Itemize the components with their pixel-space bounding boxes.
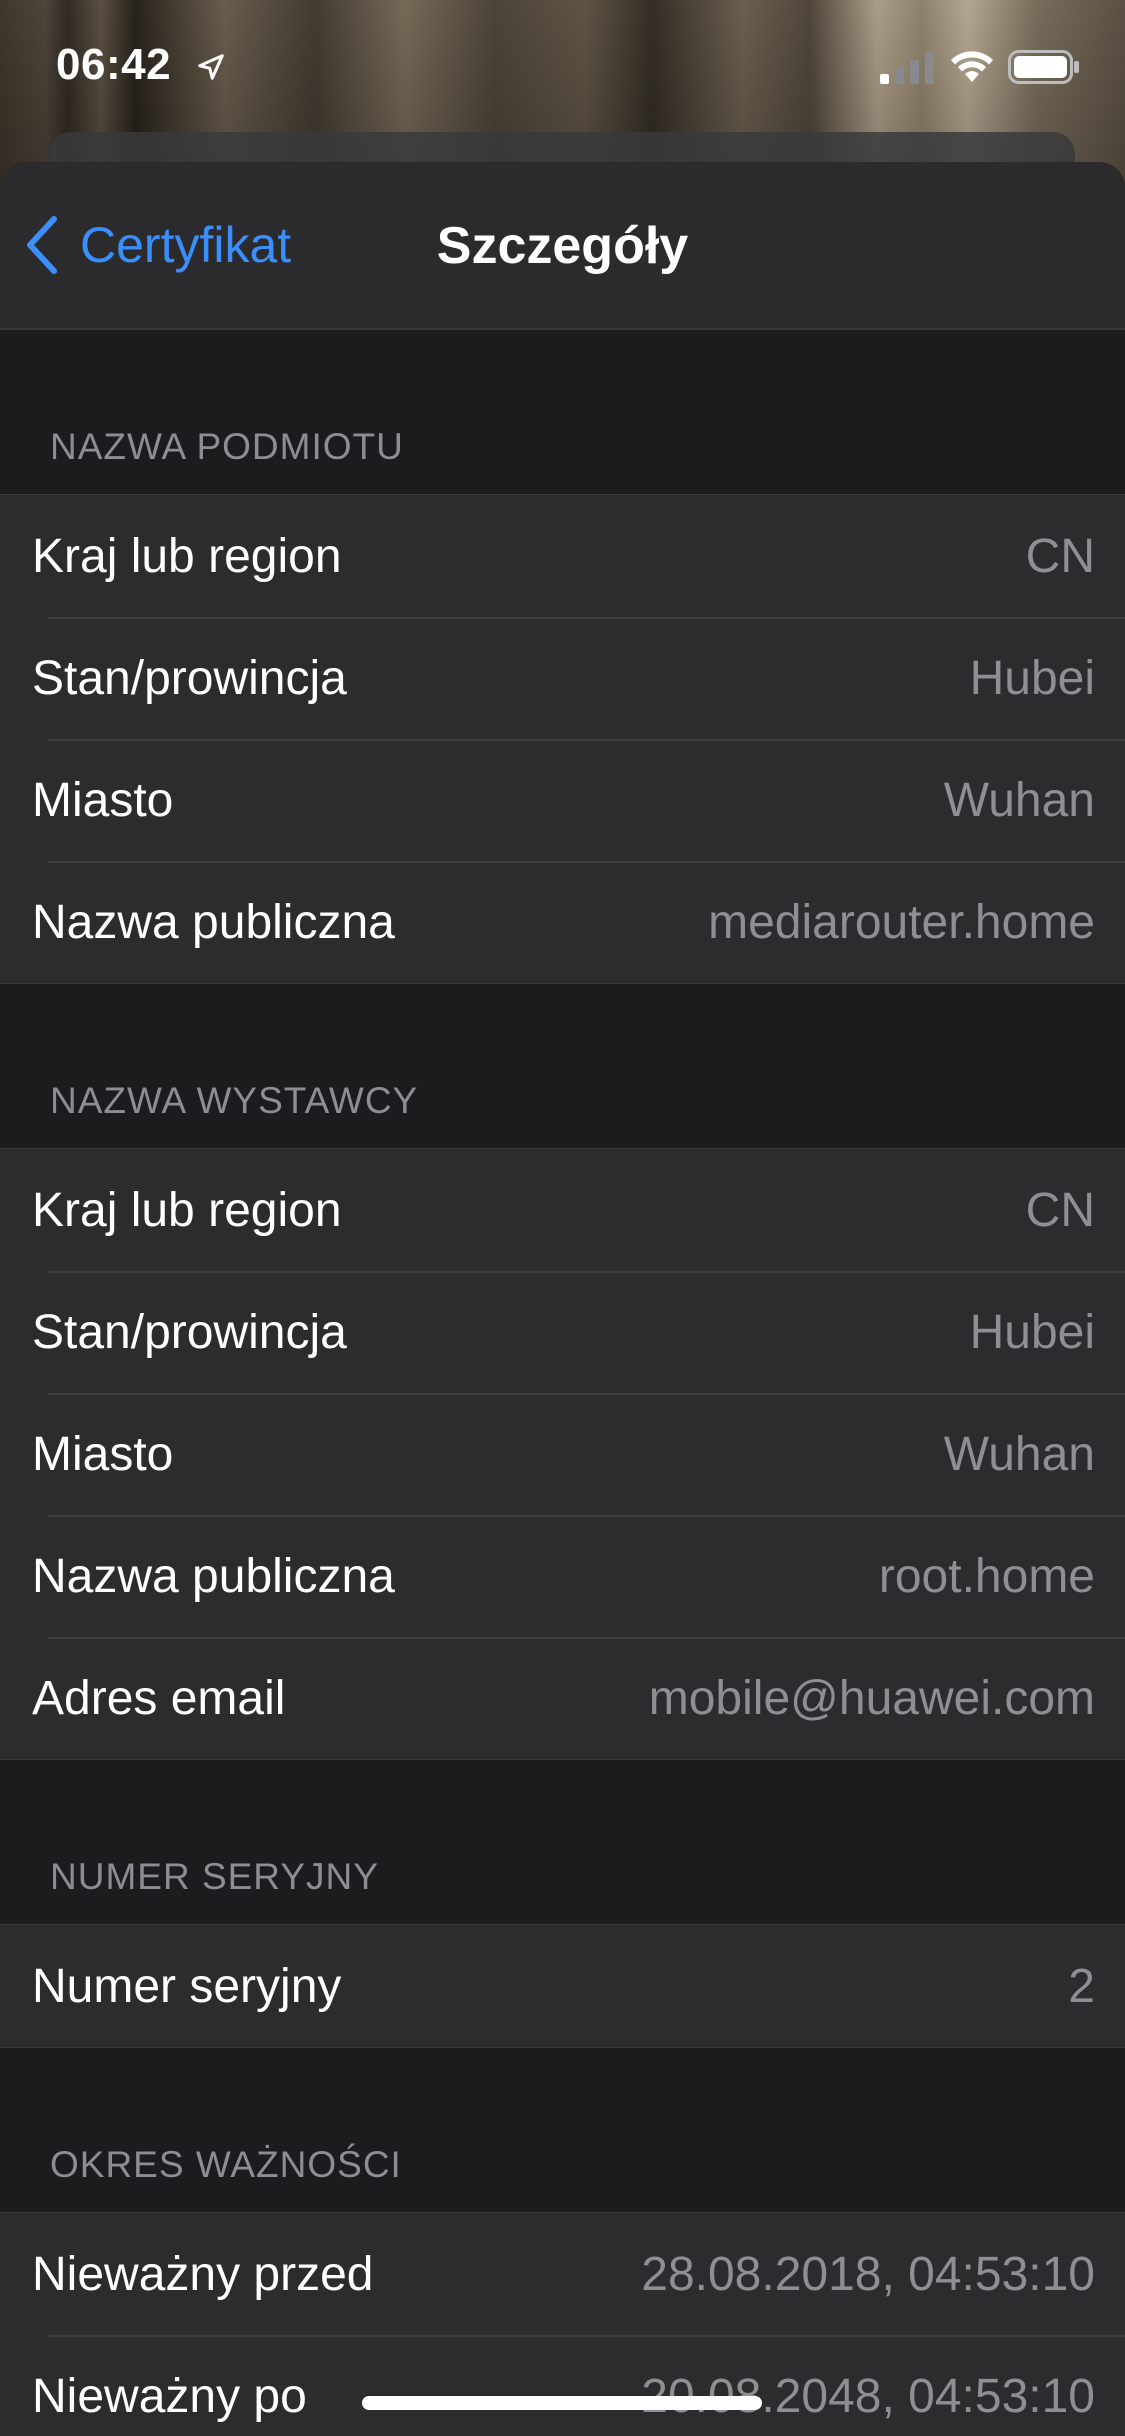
list-item: Nazwa publiczna root.home xyxy=(0,1515,1125,1637)
row-value: Hubei xyxy=(969,651,1095,705)
row-value: mediarouter.home xyxy=(708,895,1095,949)
row-value: mobile@huawei.com xyxy=(648,1671,1095,1725)
list-item: Miasto Wuhan xyxy=(0,739,1125,861)
list-item: Nazwa publiczna mediarouter.home xyxy=(0,861,1125,983)
status-time: 06:42 xyxy=(56,40,172,89)
section-group-subject: Kraj lub region CN Stan/prowincja Hubei … xyxy=(0,494,1125,984)
home-indicator[interactable] xyxy=(362,2396,762,2410)
row-value: root.home xyxy=(878,1549,1095,1603)
details-sheet: Certyfikat Szczegóły NAZWA PODMIOTU Kraj… xyxy=(0,162,1125,2436)
list-item: Numer seryjny 2 xyxy=(0,1925,1125,2047)
page-title: Szczegóły xyxy=(436,217,689,275)
row-label: Stan/prowincja xyxy=(32,651,347,705)
section-header: NUMER SERYJNY xyxy=(0,1760,1125,1924)
row-value: Hubei xyxy=(969,1305,1095,1359)
list-item: Miasto Wuhan xyxy=(0,1393,1125,1515)
section-header: OKRES WAŻNOŚCI xyxy=(0,2048,1125,2212)
row-label: Kraj lub region xyxy=(32,529,342,583)
section-header: NAZWA PODMIOTU xyxy=(0,330,1125,494)
wifi-icon xyxy=(951,51,993,82)
list-item: Kraj lub region CN xyxy=(0,1149,1125,1271)
signal-icon xyxy=(880,52,934,84)
row-value: Wuhan xyxy=(943,773,1095,827)
list-item: Nieważny po 20.08.2048, 04:53:10 xyxy=(0,2335,1125,2436)
list-item: Kraj lub region CN xyxy=(0,495,1125,617)
row-label: Adres email xyxy=(32,1671,286,1725)
list-item: Adres email mobile@huawei.com xyxy=(0,1637,1125,1759)
row-value: CN xyxy=(1025,1183,1095,1237)
section-header-label: NUMER SERYJNY xyxy=(50,1856,379,1897)
row-label: Nazwa publiczna xyxy=(32,895,395,949)
row-label: Numer seryjny xyxy=(32,1959,342,2013)
row-label: Kraj lub region xyxy=(32,1183,342,1237)
row-label: Miasto xyxy=(32,1427,174,1481)
list-item: Nieważny przed 28.08.2018, 04:53:10 xyxy=(0,2213,1125,2335)
row-label: Nieważny po xyxy=(32,2369,307,2423)
row-value: 2 xyxy=(1068,1959,1095,2013)
section-group-issuer: Kraj lub region CN Stan/prowincja Hubei … xyxy=(0,1148,1125,1760)
section-header-label: NAZWA WYSTAWCY xyxy=(50,1080,419,1121)
battery-icon xyxy=(1008,50,1079,84)
row-label: Stan/prowincja xyxy=(32,1305,347,1359)
row-label: Nieważny przed xyxy=(32,2247,374,2301)
section-header: NAZWA WYSTAWCY xyxy=(0,984,1125,1148)
list-item: Stan/prowincja Hubei xyxy=(0,1271,1125,1393)
row-value: 28.08.2018, 04:53:10 xyxy=(641,2247,1095,2301)
section-header-label: OKRES WAŻNOŚCI xyxy=(50,2144,402,2185)
section-group-serial: Numer seryjny 2 xyxy=(0,1924,1125,2048)
navigation-bar: Certyfikat Szczegóły xyxy=(0,162,1125,330)
row-label: Miasto xyxy=(32,773,174,827)
list-item: Stan/prowincja Hubei xyxy=(0,617,1125,739)
status-bar: 06:42 xyxy=(0,0,1125,140)
section-header-label: NAZWA PODMIOTU xyxy=(50,426,404,467)
row-value: CN xyxy=(1025,529,1095,583)
location-arrow-icon xyxy=(198,54,224,80)
row-value: Wuhan xyxy=(943,1427,1095,1481)
row-label: Nazwa publiczna xyxy=(32,1549,395,1603)
screen: 06:42 Certyfikat Szczegóły NAZWA PODMIOT… xyxy=(0,0,1125,2436)
